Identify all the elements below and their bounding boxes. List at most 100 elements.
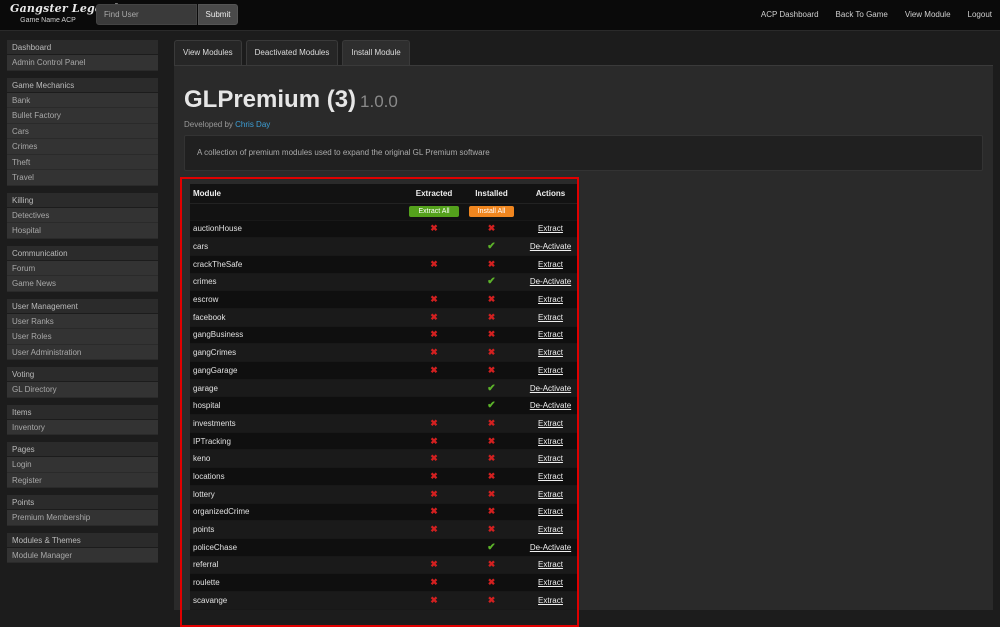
sidebar-item-inventory[interactable]: Inventory xyxy=(7,419,158,435)
extract-link[interactable]: Extract xyxy=(538,366,563,375)
sidebar-item-forum[interactable]: Forum xyxy=(7,260,158,276)
sidebar-item-theft[interactable]: Theft xyxy=(7,154,158,170)
header-module: Module xyxy=(190,184,405,204)
cross-icon: ✖ xyxy=(430,470,438,481)
sidebar-item-premium-membership[interactable]: Premium Membership xyxy=(7,510,158,526)
action-cell: Extract xyxy=(520,556,577,575)
sidebar-item-cars[interactable]: Cars xyxy=(7,123,158,139)
extract-link[interactable]: Extract xyxy=(538,330,563,339)
action-cell: Extract xyxy=(520,326,577,345)
sidebar-item-user-ranks[interactable]: User Ranks xyxy=(7,313,158,329)
extract-link[interactable]: Extract xyxy=(538,348,563,357)
sidebar-item-hospital[interactable]: Hospital xyxy=(7,223,158,239)
extract-link[interactable]: Extract xyxy=(538,313,563,322)
sidebar-item-detectives[interactable]: Detectives xyxy=(7,207,158,223)
tab-view-modules[interactable]: View Modules xyxy=(174,40,242,65)
tab-deactivated-modules[interactable]: Deactivated Modules xyxy=(245,40,339,65)
action-cell: Extract xyxy=(520,449,577,469)
install-all-button[interactable]: Install All xyxy=(468,206,515,217)
extract-link[interactable]: Extract xyxy=(538,472,563,481)
nav-back-to-game[interactable]: Back To Game xyxy=(836,10,888,19)
extract-link[interactable]: Extract xyxy=(538,224,563,233)
module-name-cell: gangCrimes xyxy=(190,343,405,362)
module-name-cell: scavange xyxy=(190,591,405,610)
nav-acp-dashboard[interactable]: ACP Dashboard xyxy=(761,10,819,19)
table-row: organizedCrime ✖ ✖ Extract xyxy=(190,503,577,522)
sidebar-item-travel[interactable]: Travel xyxy=(7,170,158,186)
action-cell: De-Activate xyxy=(520,237,577,256)
sidebar-item-module-manager[interactable]: Module Manager xyxy=(7,547,158,563)
sidebar-item-crimes[interactable]: Crimes xyxy=(7,139,158,155)
sidebar-item-admin-control-panel[interactable]: Admin Control Panel xyxy=(7,55,158,71)
installed-cell: ✔ xyxy=(463,538,520,557)
extract-link[interactable]: Extract xyxy=(538,525,563,534)
submit-button[interactable]: Submit xyxy=(198,4,238,25)
top-nav: ACP Dashboard Back To Game View Module L… xyxy=(744,10,992,19)
module-name-cell: gangBusiness xyxy=(190,326,405,345)
table-row: garage ✔ De-Activate xyxy=(190,379,577,398)
extract-link[interactable]: Extract xyxy=(538,295,563,304)
extract-all-button[interactable]: Extract All xyxy=(409,206,459,217)
extract-link[interactable]: Extract xyxy=(538,437,563,446)
extract-link[interactable]: Extract xyxy=(538,596,563,605)
cross-icon: ✖ xyxy=(487,594,496,605)
installed-cell: ✖ xyxy=(463,432,520,451)
cross-icon: ✖ xyxy=(430,577,438,588)
table-row: referral ✖ ✖ Extract xyxy=(190,556,577,575)
logo[interactable]: Gangster Legends Game Name ACP xyxy=(10,2,124,24)
tab-install-module[interactable]: Install Module xyxy=(342,40,410,65)
extract-link[interactable]: Extract xyxy=(538,560,563,569)
module-name-cell: policeChase xyxy=(190,538,405,557)
sidebar-item-user-administration[interactable]: User Administration xyxy=(7,344,158,360)
sidebar-item-user-roles[interactable]: User Roles xyxy=(7,329,158,345)
find-user-input[interactable] xyxy=(96,4,197,25)
cross-icon: ✖ xyxy=(430,524,438,535)
installed-cell: ✔ xyxy=(463,273,520,292)
header-extracted: Extracted xyxy=(405,184,463,204)
tab-bar: View Modules Deactivated Modules Install… xyxy=(174,40,414,65)
deactivate-link[interactable]: De-Activate xyxy=(530,543,571,552)
sidebar-item-game-news[interactable]: Game News xyxy=(7,276,158,292)
extract-link[interactable]: Extract xyxy=(538,490,563,499)
extracted-cell: ✖ xyxy=(405,255,463,274)
sidebar-group-killing: Killing Detectives Hospital xyxy=(7,192,158,239)
sidebar-item-login[interactable]: Login xyxy=(7,457,158,473)
nav-logout[interactable]: Logout xyxy=(968,10,992,19)
nav-view-module[interactable]: View Module xyxy=(905,10,951,19)
module-name-cell: locations xyxy=(190,467,405,486)
extract-link[interactable]: Extract xyxy=(538,578,563,587)
table-row: gangBusiness ✖ ✖ Extract xyxy=(190,326,577,345)
sidebar-group-pages: Pages Login Register xyxy=(7,442,158,488)
deactivate-link[interactable]: De-Activate xyxy=(530,401,571,410)
table-row: keno ✖ ✖ Extract xyxy=(190,449,577,469)
extract-link[interactable]: Extract xyxy=(538,419,563,428)
modules-table: Module Extracted Installed Actions Extra… xyxy=(190,184,577,610)
extract-link[interactable]: Extract xyxy=(538,454,563,463)
sidebar-group-game-mechanics: Game Mechanics Bank Bullet Factory Cars Crim… xyxy=(7,77,158,186)
action-cell: De-Activate xyxy=(520,538,577,557)
extract-link[interactable]: Extract xyxy=(538,260,563,269)
table-row: locations ✖ ✖ Extract xyxy=(190,467,577,486)
deactivate-link[interactable]: De-Activate xyxy=(530,384,571,393)
sidebar-item-register[interactable]: Register xyxy=(7,472,158,488)
module-name-cell: hospital xyxy=(190,396,405,416)
developer-link[interactable]: Chris Day xyxy=(235,120,270,129)
sidebar-item-bullet-factory[interactable]: Bullet Factory xyxy=(7,108,158,124)
deactivate-link[interactable]: De-Activate xyxy=(530,277,571,286)
deactivate-link[interactable]: De-Activate xyxy=(530,242,571,251)
cross-icon: ✖ xyxy=(430,559,438,570)
table-row: roulette ✖ ✖ Extract xyxy=(190,573,577,592)
installed-cell: ✖ xyxy=(463,591,520,610)
action-cell: Extract xyxy=(520,343,577,362)
sidebar-item-gl-directory[interactable]: GL Directory xyxy=(7,382,158,398)
extracted-cell xyxy=(405,273,463,292)
cross-icon: ✖ xyxy=(487,347,496,358)
sidebar-item-bank[interactable]: Bank xyxy=(7,92,158,108)
table-row: crackTheSafe ✖ ✖ Extract xyxy=(190,255,577,274)
table-row: crimes ✔ De-Activate xyxy=(190,273,577,292)
action-cell: Extract xyxy=(520,414,577,433)
extract-link[interactable]: Extract xyxy=(538,507,563,516)
cross-icon: ✖ xyxy=(430,488,438,499)
cross-icon: ✖ xyxy=(487,577,496,588)
extracted-cell: ✖ xyxy=(405,467,463,486)
